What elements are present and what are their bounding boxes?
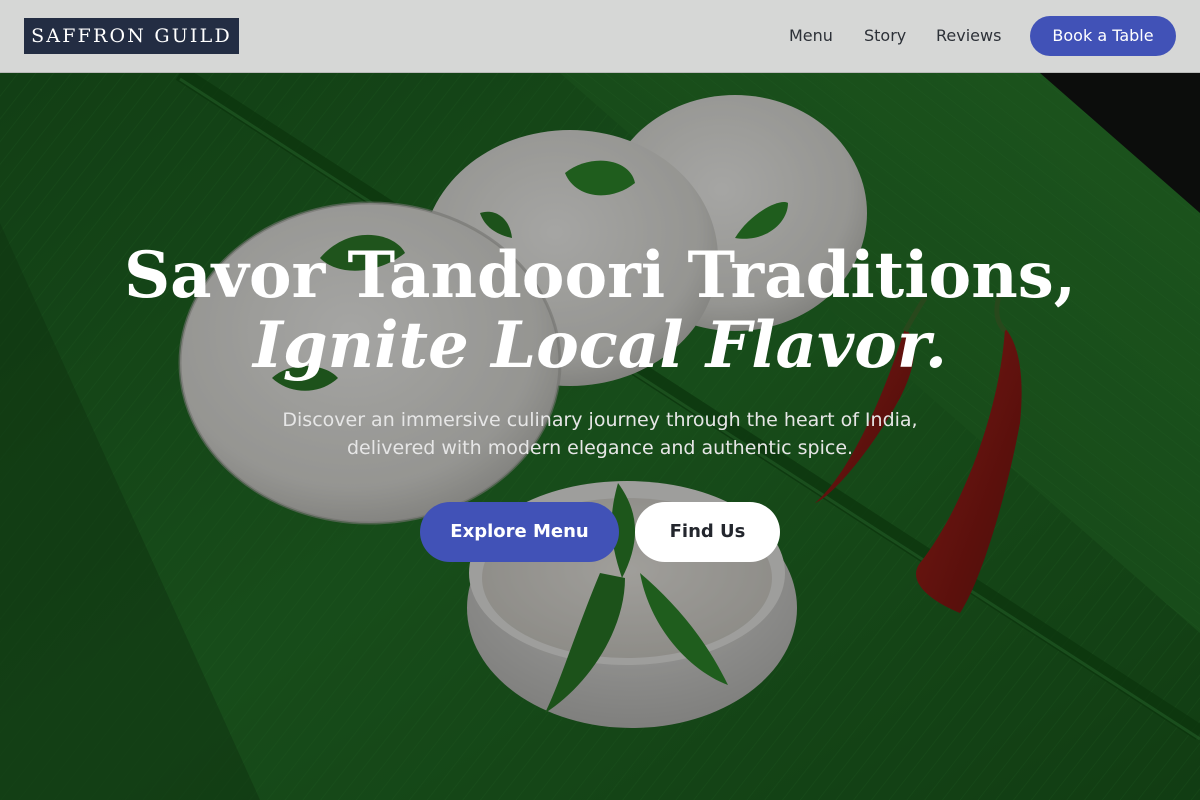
nav-link-menu[interactable]: Menu xyxy=(789,25,833,47)
book-table-button[interactable]: Book a Table xyxy=(1030,16,1176,56)
site-header: SAFFRON GUILD Menu Story Reviews Book a … xyxy=(0,0,1200,73)
nav-link-reviews[interactable]: Reviews xyxy=(936,25,1001,47)
hero-subtitle: Discover an immersive culinary journey t… xyxy=(250,406,950,462)
explore-menu-button[interactable]: Explore Menu xyxy=(420,502,619,562)
hero-headline-line-2: Ignite Local Flavor. xyxy=(252,308,948,383)
find-us-button[interactable]: Find Us xyxy=(635,502,780,562)
hero-section: Savor Tandoori Traditions, Ignite Local … xyxy=(0,73,1200,800)
hero-subtitle-line-1: Discover an immersive culinary journey t… xyxy=(282,409,918,431)
hero-headline-line-1: Savor Tandoori Traditions, xyxy=(123,238,1077,313)
nav-link-story[interactable]: Story xyxy=(864,25,906,47)
hero-subtitle-line-2: delivered with modern elegance and authe… xyxy=(346,437,854,459)
brand-logo[interactable]: SAFFRON GUILD xyxy=(24,18,239,54)
